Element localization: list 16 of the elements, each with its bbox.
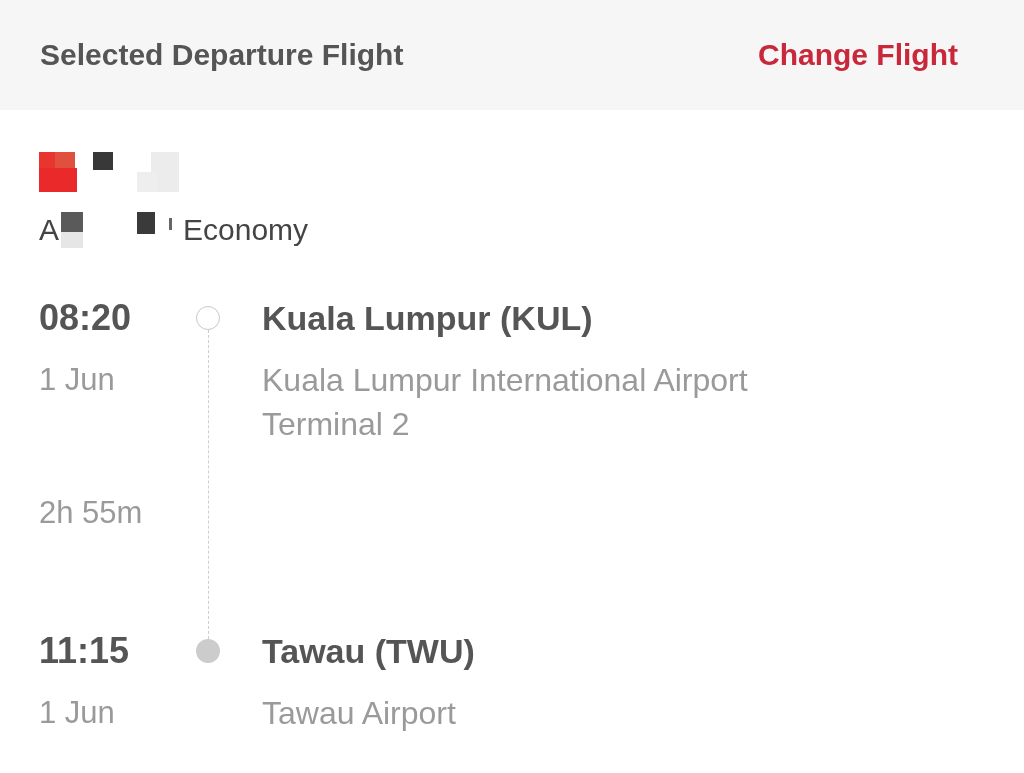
departure-dot-icon xyxy=(196,306,220,330)
arrival-time: 11:15 xyxy=(39,629,131,673)
departure-station: Kuala Lumpur (KUL) xyxy=(261,298,594,339)
departure-date: 1 Jun xyxy=(39,361,116,399)
section-title: Selected Departure Flight xyxy=(40,38,404,72)
fare-text: A xyxy=(39,213,59,247)
departure-time: 08:20 xyxy=(39,296,133,340)
change-flight-link[interactable]: Change Flight xyxy=(758,38,958,72)
arrival-date: 1 Jun xyxy=(39,694,116,732)
flight-duration: 2h 55m xyxy=(39,494,144,532)
arrival-airport: Tawau Airport xyxy=(262,694,457,733)
arrival-dot-icon xyxy=(196,639,220,663)
departure-terminal: Terminal 2 xyxy=(262,405,411,444)
departure-airport: Kuala Lumpur International Airport xyxy=(262,361,749,400)
arrival-station: Tawau (TWU) xyxy=(261,631,476,672)
cabin-class: Economy xyxy=(183,213,309,247)
